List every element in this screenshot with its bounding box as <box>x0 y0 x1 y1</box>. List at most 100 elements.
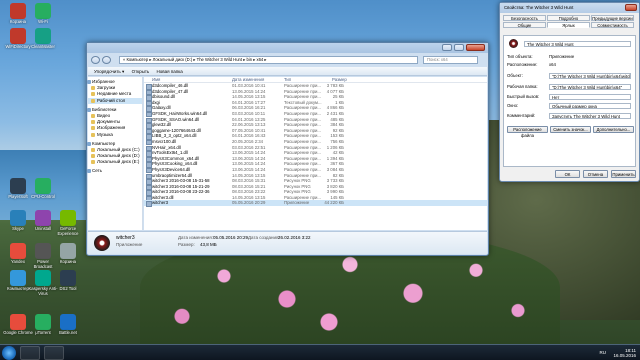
command-bar: Упорядочить ▾ Открыть Новая папка <box>88 67 487 76</box>
field-label: Комментарий: <box>507 113 536 118</box>
app-icon <box>35 178 51 194</box>
explorer-titlebar[interactable] <box>87 43 488 53</box>
desktop-icon-label: Wi-Fi <box>38 19 48 24</box>
desktop-icon[interactable]: DS2 Tool <box>53 270 83 292</box>
app-icon <box>35 3 51 19</box>
field-label: Тип объекта: <box>507 54 533 59</box>
details-type: Приложение <box>116 242 143 247</box>
desktop-icon-label: DS2 Tool <box>59 286 77 291</box>
nav-item[interactable]: Сеть <box>87 168 142 174</box>
details-created-label: Дата создания: <box>248 235 280 240</box>
search-input[interactable]: Поиск: x64 <box>423 56 478 64</box>
properties-title: Свойства: The Witcher 3 Wild Hunt <box>504 5 574 10</box>
desktop-icon-label: CleanMaster <box>31 44 55 49</box>
app-icon <box>10 270 26 286</box>
app-icon <box>35 210 51 226</box>
app-icon <box>60 314 76 330</box>
back-button[interactable] <box>91 56 100 64</box>
minimize-button[interactable] <box>442 44 452 51</box>
app-icon <box>35 314 51 330</box>
start-button[interactable] <box>2 346 16 360</box>
field-value[interactable]: Нет <box>549 94 631 100</box>
file-row[interactable]: witcher3 05.05.2016 20:29 Приложение 44 220… <box>144 200 487 207</box>
details-created: 26.02.2016 3:22 <box>278 235 311 240</box>
shortcut-panel: The Witcher 3 Wild Hunt Тип объекта: Прил… <box>503 35 636 167</box>
app-icon <box>35 243 51 259</box>
nav-item[interactable]: Рабочий стол <box>88 97 142 104</box>
file-date: 05.05.2016 20:29 <box>232 200 266 206</box>
navigation-pane[interactable]: Избранное Загрузки Недавние места Рабочий с… <box>87 77 143 230</box>
close-button[interactable] <box>466 44 485 51</box>
desktop-icon[interactable]: Wi-Fi <box>28 3 58 25</box>
tab-2[interactable]: Предыдущие версии <box>591 15 634 21</box>
taskbar: RU 18:11 16.05.2016 <box>0 344 640 360</box>
app-icon <box>10 178 26 194</box>
app-icon <box>10 28 26 44</box>
taskbar-app-explorer[interactable] <box>20 346 40 360</box>
desktop-icon[interactable]: CleanMaster <box>28 28 58 50</box>
explorer-window[interactable]: « Компьютер ▸ Локальный диск (D:) ▸ The … <box>86 42 489 256</box>
field-value[interactable]: "D:\The Witcher 3 Wild Hunt\bin\x64" <box>549 84 631 90</box>
desktop-icon[interactable]: CPU-Control <box>28 178 58 200</box>
shortcut-name-field[interactable]: The Witcher 3 Wild Hunt <box>524 41 631 47</box>
action-button[interactable]: Расположение файла <box>507 126 548 138</box>
nav-item[interactable]: Музыка <box>88 132 142 138</box>
app-icon <box>60 243 76 259</box>
desktop-icon-label: GeForce Experience <box>57 226 79 236</box>
properties-tabs: Безопасность Подробно Предыдущие версии Общ… <box>503 15 636 35</box>
nav-item[interactable]: Локальный диск (E:) <box>88 159 142 165</box>
app-icon <box>10 3 26 19</box>
properties-dialog[interactable]: Свойства: The Witcher 3 Wild Hunt Безопа… <box>499 2 640 182</box>
desktop-icon[interactable]: GeForce Experience <box>53 210 83 237</box>
tab-1[interactable]: Подробно <box>547 15 590 21</box>
desktop-icon-label: CPU-Control <box>31 194 55 199</box>
field-label: Объект: <box>507 73 523 78</box>
desktop-icon[interactable]: Battle.net <box>53 314 83 336</box>
field-label: Окно: <box>507 103 519 108</box>
field-label: Расположение: <box>507 62 538 67</box>
organize-button[interactable]: Упорядочить ▾ <box>94 69 124 74</box>
details-modified: 05.05.2016 20:29 <box>213 235 249 240</box>
desktop-icon-label: Battle.net <box>59 330 77 335</box>
field-value[interactable]: Запустить The Witcher 3 Wild Hunt <box>549 113 631 119</box>
open-button[interactable]: Открыть <box>132 69 150 74</box>
desktop-icon-label: Корзина <box>60 259 76 264</box>
clock-date[interactable]: 16.05.2016 <box>613 353 636 358</box>
maximize-button[interactable] <box>454 44 464 51</box>
file-size: 44 220 КБ <box>324 200 344 206</box>
app-icon <box>35 28 51 44</box>
address-bar[interactable]: « Компьютер ▸ Локальный диск (D:) ▸ The … <box>119 56 418 64</box>
tab-row2-2[interactable]: Совместимость <box>591 22 634 28</box>
field-value[interactable]: Обычный размер окна <box>549 103 631 109</box>
dialog-button[interactable]: Отмена <box>583 170 608 178</box>
details-name: witcher3 <box>116 235 135 241</box>
tab-row2-0[interactable]: Общие <box>503 22 546 28</box>
language-indicator[interactable]: RU <box>600 350 607 355</box>
action-button[interactable]: Сменить значок... <box>550 126 591 133</box>
tab-0[interactable]: Безопасность <box>503 15 546 21</box>
file-name: witcher3 <box>152 200 169 206</box>
app-icon <box>60 270 76 286</box>
details-size-label: Размер: <box>178 242 195 247</box>
new-folder-button[interactable]: Новая папка <box>157 69 183 74</box>
properties-close-button[interactable] <box>625 4 637 11</box>
action-button[interactable]: Дополнительно... <box>593 126 634 133</box>
system-tray[interactable]: RU 18:11 16.05.2016 <box>600 348 637 359</box>
app-icon <box>10 243 26 259</box>
field-value[interactable]: "D:\The Witcher 3 Wild Hunt\bin\x64\witc… <box>549 73 631 79</box>
app-icon <box>10 314 26 330</box>
properties-titlebar[interactable]: Свойства: The Witcher 3 Wild Hunt <box>500 3 639 13</box>
details-size: 43,8 МБ <box>200 242 217 247</box>
app-icon <box>94 235 110 251</box>
forward-button[interactable] <box>102 56 111 64</box>
field-label: Рабочая папка: <box>507 84 538 89</box>
desktop-icon[interactable]: Корзина <box>53 243 83 265</box>
field-value: Приложение <box>549 54 575 59</box>
dialog-button[interactable]: ОК <box>555 170 580 178</box>
taskbar-app-witcher[interactable] <box>44 346 64 360</box>
dialog-button[interactable]: Применить <box>611 170 636 178</box>
app-icon <box>10 210 26 226</box>
file-list[interactable]: Имя Дата изменения Тип Размер d3dcompile… <box>144 77 487 230</box>
app-icon <box>60 210 76 226</box>
tab-row2-1[interactable]: Ярлык <box>547 22 590 28</box>
